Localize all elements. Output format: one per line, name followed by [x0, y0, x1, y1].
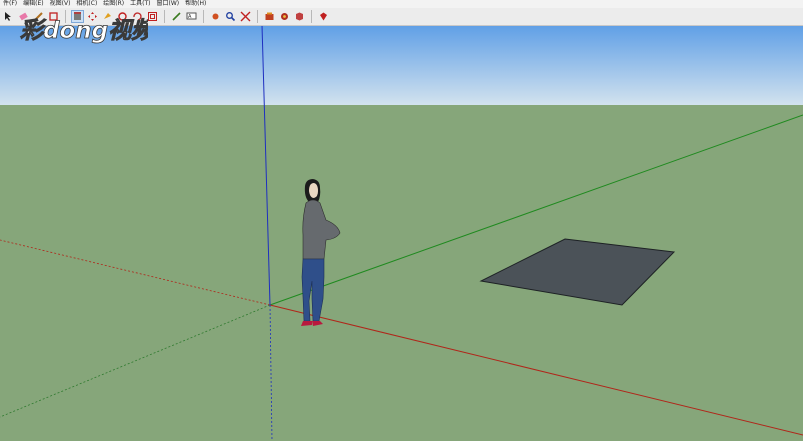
menu-camera[interactable]: 相机(C) [73, 0, 100, 8]
ground-plane [0, 105, 803, 441]
layout-icon[interactable] [293, 10, 306, 23]
menu-draw[interactable]: 绘图(R) [100, 0, 127, 8]
toolbar-separator [311, 10, 312, 23]
3d-viewport[interactable] [0, 25, 803, 441]
menu-help[interactable]: 帮助(H) [182, 0, 209, 8]
menu-window[interactable]: 窗口(W) [154, 0, 183, 8]
text-icon[interactable]: A [185, 10, 198, 23]
zoom-icon[interactable] [224, 10, 237, 23]
watermark-text: 彩dong视频 [20, 18, 148, 44]
ruby-console-icon[interactable] [317, 10, 330, 23]
extension-icon[interactable] [278, 10, 291, 23]
svg-text:A: A [188, 14, 192, 20]
menu-bar: 件(F) 编辑(E) 视图(V) 相机(C) 绘图(R) 工具(T) 窗口(W) 帮助(H) [0, 0, 803, 8]
select-arrow-icon[interactable] [2, 10, 15, 23]
zoom-extents-icon[interactable] [239, 10, 252, 23]
toolbar-separator [257, 10, 258, 23]
watermark-logo: 彩dong视频 [20, 18, 148, 45]
pan-icon[interactable] [209, 10, 222, 23]
menu-tools[interactable]: 工具(T) [127, 0, 153, 8]
tape-measure-icon[interactable] [170, 10, 183, 23]
menu-view[interactable]: 视图(V) [47, 0, 74, 8]
menu-file[interactable]: 件(F) [0, 0, 20, 8]
warehouse-icon[interactable] [263, 10, 276, 23]
toolbar-separator [203, 10, 204, 23]
toolbar-separator [164, 10, 165, 23]
menu-edit[interactable]: 编辑(E) [20, 0, 46, 8]
